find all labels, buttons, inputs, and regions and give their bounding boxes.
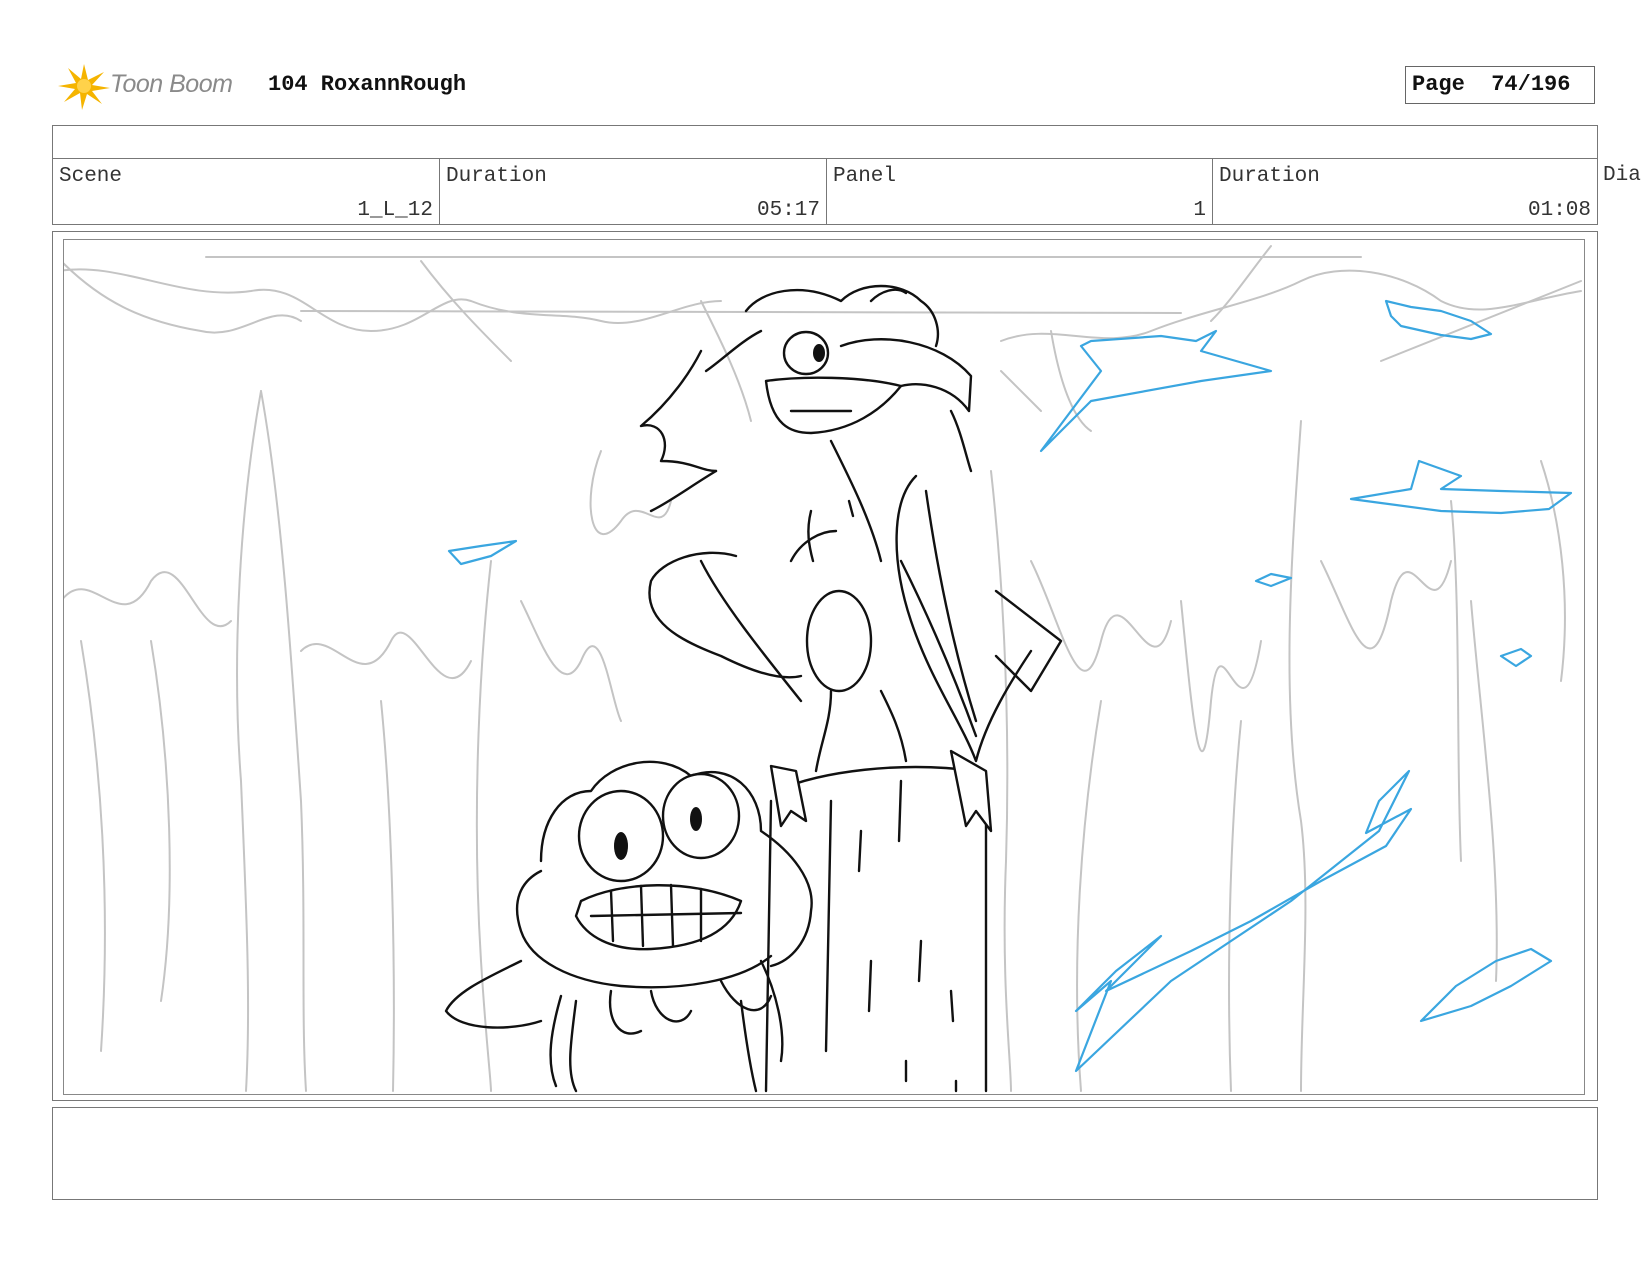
panel-value: 1 — [1193, 199, 1206, 222]
raven-sketch — [639, 284, 1063, 833]
scene-label: Scene — [59, 165, 123, 188]
logo-text: Toon Boom — [110, 70, 233, 98]
panel-duration-value: 01:08 — [1527, 199, 1591, 222]
notes-box — [52, 1107, 1598, 1200]
info-row: Scene 1_L_12 Duration 05:17 Panel 1 Dura… — [52, 158, 1598, 225]
scene-duration-value: 05:17 — [756, 199, 820, 222]
panel-cell: Panel 1 — [827, 159, 1213, 224]
page-indicator: Page 74/196 — [1405, 66, 1595, 104]
panel-image — [63, 239, 1585, 1095]
scene-value: 1_L_12 — [357, 199, 433, 222]
project-title: 104 RoxannRough — [268, 72, 467, 97]
frog-sketch — [444, 760, 813, 1093]
panel-label: Panel — [833, 165, 897, 188]
page-value: 74/196 — [1491, 72, 1571, 97]
page-label: Page — [1412, 72, 1465, 97]
storyboard-sketch — [64, 245, 1582, 1093]
panel-duration-cell: Duration 01:08 — [1213, 159, 1597, 224]
toon-boom-logo-icon — [58, 64, 110, 110]
scene-duration-label: Duration — [446, 165, 547, 188]
dialogue-label: Dia — [1603, 164, 1641, 187]
scene-duration-cell: Duration 05:17 — [440, 159, 827, 224]
header-strip — [52, 125, 1598, 159]
scene-cell: Scene 1_L_12 — [53, 159, 440, 224]
panel-duration-label: Duration — [1219, 165, 1320, 188]
